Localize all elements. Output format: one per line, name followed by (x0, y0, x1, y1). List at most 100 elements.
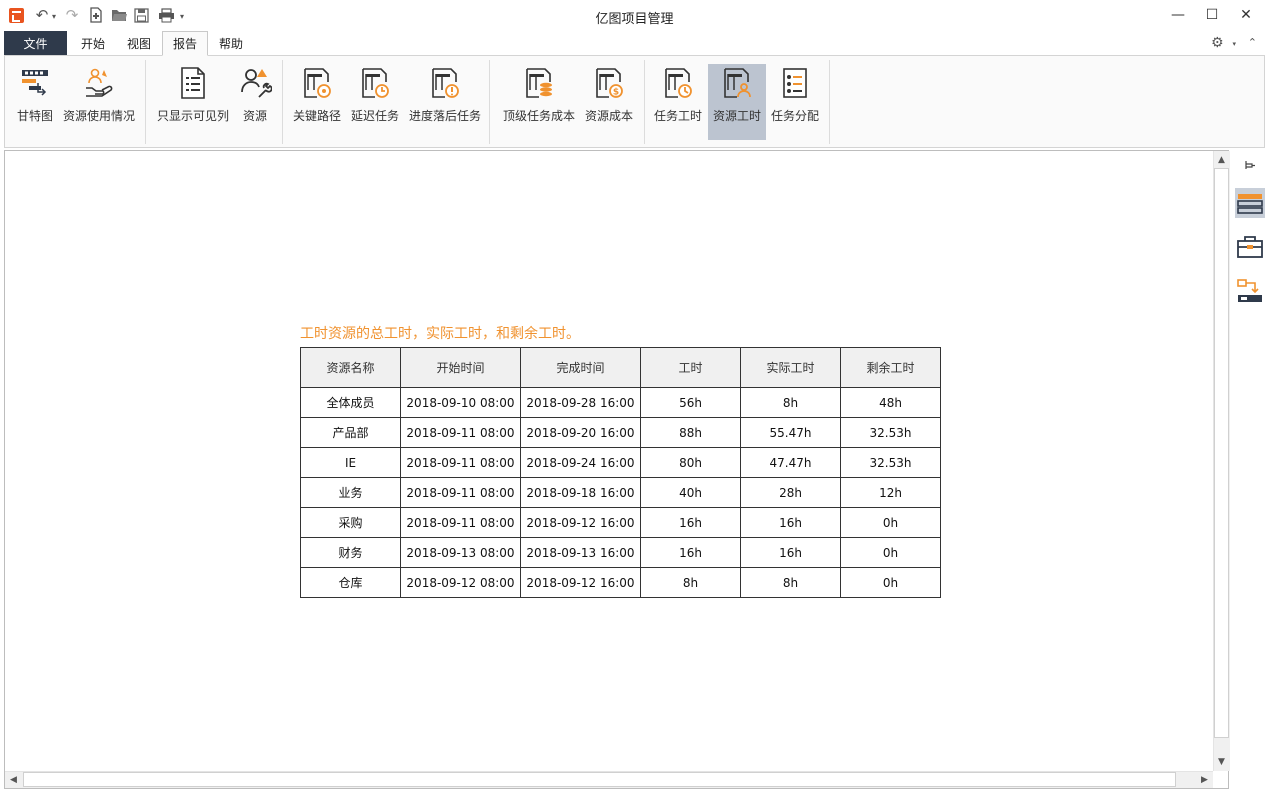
ribbon-label: 只显示可见列 (156, 109, 229, 123)
table-cell: 80h (640, 447, 741, 478)
table-cell: 40h (640, 477, 741, 508)
table-cell: 32.53h (840, 417, 941, 448)
ribbon-label: 任务工时 (653, 109, 702, 123)
ribbon-separator (829, 60, 830, 144)
column-header: 剩余工时 (840, 347, 941, 388)
app-logo-icon[interactable] (9, 8, 24, 23)
save-icon[interactable] (133, 6, 149, 24)
ribbon-label: 资源 (242, 109, 267, 123)
column-header: 完成时间 (520, 347, 641, 388)
tab-report[interactable]: 报告 (162, 31, 208, 56)
file-tab[interactable]: 文件 (4, 31, 67, 55)
ribbon: 甘特图 资源使用情况 只显示可见列 资源 关键路径 延迟任务 进度落后任务 顶级… (4, 55, 1265, 148)
visible-columns-icon (181, 67, 205, 99)
ribbon-separator (489, 60, 490, 144)
settings-dropdown-icon[interactable]: ▾ (1232, 40, 1236, 48)
undo-icon[interactable]: ↶ (34, 6, 50, 24)
new-document-icon[interactable] (87, 6, 105, 24)
format-panel-icon[interactable] (1235, 188, 1265, 218)
table-row: 产品部 2018-09-11 08:00 2018-09-20 16:00 88… (300, 417, 941, 448)
top-task-cost-button[interactable]: 顶级任务成本 (499, 64, 579, 140)
table-cell: IE (300, 447, 401, 478)
table-cell: 财务 (300, 537, 401, 568)
table-cell: 2018-09-11 08:00 (400, 477, 521, 508)
table-cell: 16h (740, 507, 841, 538)
settings-gear-icon[interactable]: ⚙ (1211, 35, 1227, 51)
table-cell: 0h (840, 567, 941, 598)
print-icon[interactable] (157, 6, 175, 24)
table-cell: 12h (840, 477, 941, 508)
svg-text:$: $ (613, 88, 619, 98)
customize-toolbar-icon[interactable]: ▾ (180, 12, 184, 21)
table-cell: 32.53h (840, 447, 941, 478)
menu-bar: 文件 开始 视图 报告 帮助 ⚙ ▾ ⌃ (0, 31, 1269, 56)
ribbon-label: 进度落后任务 (408, 109, 481, 123)
table-cell: 采购 (300, 507, 401, 538)
column-header: 资源名称 (300, 347, 401, 388)
resource-work-button[interactable]: 资源工时 (708, 64, 766, 140)
task-work-button[interactable]: 任务工时 (652, 64, 704, 140)
table-cell: 55.47h (740, 417, 841, 448)
table-cell: 2018-09-24 16:00 (520, 447, 641, 478)
table-cell: 2018-09-13 08:00 (400, 537, 521, 568)
report-title: 工时资源的总工时，实际工时，和剩余工时。 (300, 326, 580, 342)
table-cell: 16h (740, 537, 841, 568)
undo-dropdown-icon[interactable]: ▾ (52, 12, 56, 21)
tab-view[interactable]: 视图 (117, 31, 161, 55)
task-work-icon (665, 68, 692, 98)
resource-icon (241, 69, 272, 98)
table-cell: 2018-09-11 08:00 (400, 507, 521, 538)
table-cell: 8h (740, 567, 841, 598)
tab-help[interactable]: 帮助 (209, 31, 253, 55)
column-header: 开始时间 (400, 347, 521, 388)
collapse-ribbon-icon[interactable]: ⌃ (1248, 36, 1257, 49)
table-cell: 0h (840, 507, 941, 538)
table-cell: 8h (740, 387, 841, 418)
table-cell: 2018-09-20 16:00 (520, 417, 641, 448)
toolbox-icon[interactable] (1235, 232, 1265, 262)
delayed-task-icon (362, 68, 389, 98)
pin-icon[interactable] (1235, 154, 1265, 176)
resource-cost-icon: $ (596, 68, 623, 98)
resource-work-table: 资源名称 开始时间 完成时间 工时 实际工时 剩余工时 全体成员 2018-09… (300, 347, 941, 598)
task-assignment-icon (783, 68, 807, 98)
gantt-chart-button[interactable]: 甘特图 (13, 64, 57, 140)
tab-home[interactable]: 开始 (71, 31, 115, 55)
table-cell: 2018-09-28 16:00 (520, 387, 641, 418)
horizontal-scroll-thumb[interactable] (23, 772, 1176, 787)
behind-schedule-button[interactable]: 进度落后任务 (407, 64, 483, 140)
ribbon-label: 资源成本 (584, 109, 633, 123)
table-cell: 业务 (300, 477, 401, 508)
table-cell: 16h (640, 537, 741, 568)
table-cell: 2018-09-11 08:00 (400, 417, 521, 448)
behind-schedule-icon (432, 68, 459, 98)
critical-path-icon (304, 68, 331, 98)
critical-path-button[interactable]: 关键路径 (291, 64, 343, 140)
ribbon-label: 任务分配 (770, 109, 819, 123)
resource-usage-button[interactable]: 资源使用情况 (61, 64, 137, 140)
table-cell: 28h (740, 477, 841, 508)
task-assignment-button[interactable]: 任务分配 (769, 64, 821, 140)
resource-cost-button[interactable]: $ 资源成本 (583, 64, 635, 140)
ribbon-label: 关键路径 (292, 109, 341, 123)
resource-button[interactable]: 资源 (235, 64, 275, 140)
export-icon[interactable] (1235, 276, 1265, 306)
column-header: 实际工时 (740, 347, 841, 388)
table-cell: 56h (640, 387, 741, 418)
close-button[interactable]: ✕ (1229, 2, 1263, 28)
vertical-scroll-thumb[interactable] (1214, 168, 1229, 738)
column-header: 工时 (640, 347, 741, 388)
table-cell: 16h (640, 507, 741, 538)
resource-usage-icon (86, 68, 113, 97)
minimize-button[interactable]: — (1161, 2, 1195, 28)
redo-icon[interactable]: ↷ (64, 6, 80, 24)
scroll-down-arrow-icon[interactable]: ▼ (1214, 754, 1229, 769)
maximize-button[interactable]: ☐ (1195, 2, 1229, 28)
scroll-up-arrow-icon[interactable]: ▲ (1214, 152, 1229, 167)
scroll-right-arrow-icon[interactable]: ▶ (1197, 772, 1212, 787)
table-header-row: 资源名称 开始时间 完成时间 工时 实际工时 剩余工时 (300, 347, 941, 388)
delayed-task-button[interactable]: 延迟任务 (349, 64, 401, 140)
open-folder-icon[interactable] (110, 6, 128, 24)
scroll-left-arrow-icon[interactable]: ◀ (6, 772, 21, 787)
visible-columns-button[interactable]: 只显示可见列 (156, 64, 230, 140)
